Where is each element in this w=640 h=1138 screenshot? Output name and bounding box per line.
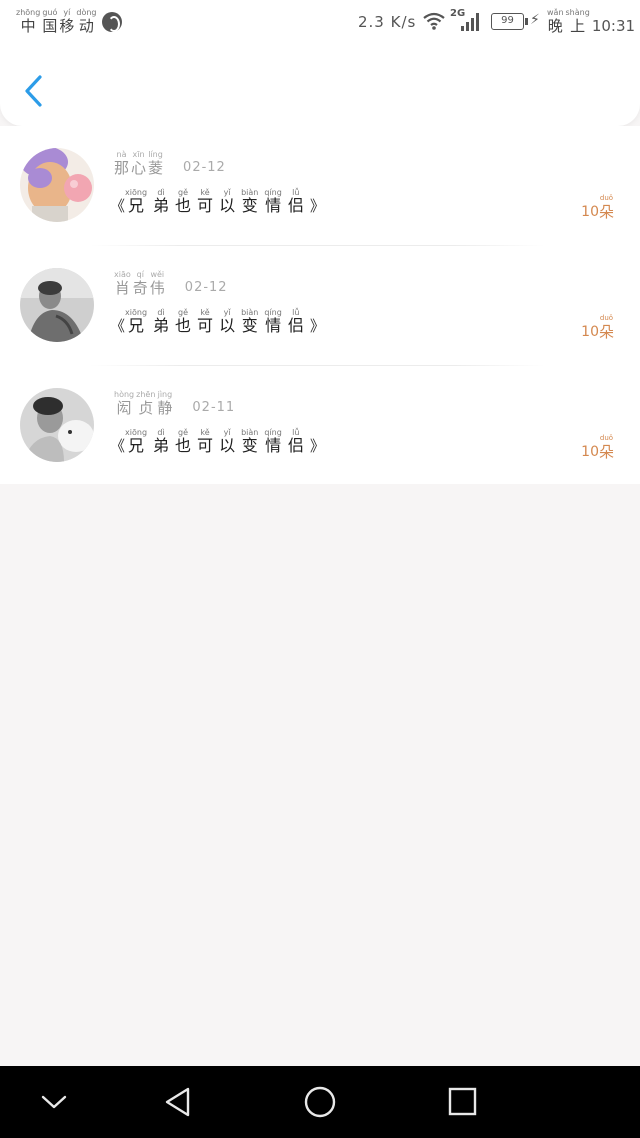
wifi-icon (423, 12, 445, 30)
header: zhōng 中 guó 国 yí 移 dòng 动 2.3 K/s 2G 99 ⚡ wǎn 晚 s… (0, 0, 640, 126)
chevron-down-icon (41, 1095, 67, 1109)
carrier-name: zhōng 中 guó 国 yí 移 dòng 动 (16, 8, 99, 35)
flower-count-unit: duǒ 朵 (598, 194, 614, 221)
status-bar: zhōng 中 guó 国 yí 移 dòng 动 2.3 K/s 2G 99 ⚡ wǎn 晚 s… (0, 0, 640, 46)
flower-count-unit: duǒ 朵 (598, 434, 614, 461)
flower-count-unit: duǒ 朵 (598, 314, 614, 341)
work-title[interactable]: 《 xiōng 兄 dì 弟 gě 也 kě 可 yǐ 以 biàn 变 qíng 情 lǚ 侣》 (110, 308, 325, 335)
sender-name-char: wěi 伟 (149, 270, 165, 297)
carrier-char: zhōng 中 (16, 8, 41, 35)
title-char: kě 可 (197, 308, 214, 335)
sender-info: nà 那 xīn 心 líng 菱 02-12 (114, 150, 226, 177)
title-char: kě 可 (197, 188, 214, 215)
carrier-char: dòng 动 (76, 8, 97, 35)
sender-name-char: qí 奇 (132, 270, 148, 297)
title-char: yǐ 以 (219, 188, 236, 215)
nav-recents-button[interactable] (442, 1084, 482, 1120)
sender-name-char: jìng 静 (157, 390, 173, 417)
title-char: dì 弟 (153, 428, 170, 455)
title-char: lǚ 侣 (287, 188, 304, 215)
title-quote-open: 《 (110, 317, 126, 335)
nav-hide-button[interactable] (34, 1084, 74, 1120)
avatar-photo-image (20, 268, 94, 342)
title-char: gě 也 (175, 188, 192, 215)
sender-name-char: nà 那 (114, 150, 130, 177)
list-item[interactable]: xiāo 肖 qí 奇 wěi 伟 02-12 《 xiōng 兄 dì 弟 gě 也 kě 可 yǐ 以 bià… (0, 246, 640, 365)
title-quote-open: 《 (110, 197, 126, 215)
record-date: 02-12 (184, 280, 228, 295)
clock-prefix-char: wǎn 晚 (547, 8, 564, 35)
title-char: qíng 情 (264, 188, 282, 215)
recents-square-icon (448, 1087, 477, 1116)
carrier-char: guó 国 (42, 8, 58, 35)
work-title[interactable]: 《 xiōng 兄 dì 弟 gě 也 kě 可 yǐ 以 biàn 变 qíng 情 lǚ 侣》 (110, 428, 325, 455)
avatar-photo-image (20, 388, 94, 462)
title-char: dì 弟 (153, 188, 170, 215)
list-item[interactable]: hòng 闳 zhēn 贞 jìng 静 02-11 《 xiōng 兄 dì 弟 gě 也 kě 可 yǐ 以… (0, 366, 640, 485)
clock: wǎn 晚 shàng 上 10:31 (547, 8, 635, 35)
chevron-left-icon (25, 75, 42, 107)
title-char: biàn 变 (241, 188, 259, 215)
flower-count: 10 duǒ 朵 (581, 434, 616, 461)
title-char: yǐ 以 (219, 428, 236, 455)
flower-count: 10 duǒ 朵 (581, 194, 616, 221)
carrier-char: yí 移 (59, 8, 75, 35)
title-char: xiōng 兄 (125, 188, 148, 215)
title-quote-close: 》 (309, 317, 325, 335)
sender-name-char: zhēn 贞 (136, 390, 156, 417)
sender-name-char: xīn 心 (131, 150, 147, 177)
signal-icon (461, 13, 479, 31)
title-quote-close: 》 (309, 437, 325, 455)
sender-name-char: hòng 闳 (114, 390, 135, 417)
title-char: xiōng 兄 (125, 428, 148, 455)
avatar[interactable] (20, 388, 94, 462)
title-char: kě 可 (197, 428, 214, 455)
back-triangle-icon (165, 1087, 190, 1117)
record-date: 02-11 (192, 400, 236, 415)
system-nav-bar (0, 1066, 640, 1138)
avatar-cartoon-image (20, 148, 94, 222)
clock-time: 10:31 (591, 17, 636, 35)
record-date: 02-12 (183, 160, 226, 175)
back-button[interactable] (18, 72, 52, 112)
charging-bolt-icon: ⚡ (530, 12, 540, 28)
avatar[interactable] (20, 268, 94, 342)
sender-info: hòng 闳 zhēn 贞 jìng 静 02-11 (114, 390, 235, 417)
battery-icon: 99 (491, 13, 528, 30)
sender-name-char: xiāo 肖 (114, 270, 131, 297)
title-char: lǚ 侣 (287, 428, 304, 455)
title-char: lǚ 侣 (287, 308, 304, 335)
title-char: dì 弟 (153, 308, 170, 335)
avatar[interactable] (20, 148, 94, 222)
screen: zhōng 中 guó 国 yí 移 dòng 动 2.3 K/s 2G 99 ⚡ wǎn 晚 s… (0, 0, 640, 1138)
flower-count-number: 10 (581, 204, 599, 220)
title-char: xiōng 兄 (125, 308, 148, 335)
gift-record-list: nà 那 xīn 心 líng 菱 02-12 《 xiōng 兄 dì 弟 gě 也 kě 可 yǐ 以 bià… (0, 126, 640, 484)
flower-count-number: 10 (581, 324, 599, 340)
title-char: biàn 变 (241, 308, 259, 335)
title-char: yǐ 以 (219, 308, 236, 335)
flower-count-number: 10 (581, 444, 599, 460)
carrier-globe-icon (102, 12, 122, 32)
title-quote-open: 《 (110, 437, 126, 455)
sender-name-char: líng 菱 (148, 150, 164, 177)
clock-prefix-char: shàng 上 (565, 8, 590, 35)
title-char: gě 也 (175, 308, 192, 335)
title-char: qíng 情 (264, 428, 282, 455)
flower-count: 10 duǒ 朵 (581, 314, 616, 341)
title-char: qíng 情 (264, 308, 282, 335)
network-speed: 2.3 K/s (358, 13, 417, 31)
title-char: biàn 变 (241, 428, 259, 455)
list-item[interactable]: nà 那 xīn 心 líng 菱 02-12 《 xiōng 兄 dì 弟 gě 也 kě 可 yǐ 以 bià… (0, 126, 640, 245)
work-title[interactable]: 《 xiōng 兄 dì 弟 gě 也 kě 可 yǐ 以 biàn 变 qíng 情 lǚ 侣》 (110, 188, 325, 215)
title-char: gě 也 (175, 428, 192, 455)
title-quote-close: 》 (309, 197, 325, 215)
home-circle-icon (304, 1086, 336, 1118)
sender-info: xiāo 肖 qí 奇 wěi 伟 02-12 (114, 270, 228, 297)
nav-back-button[interactable] (158, 1084, 198, 1120)
nav-home-button[interactable] (300, 1084, 340, 1120)
